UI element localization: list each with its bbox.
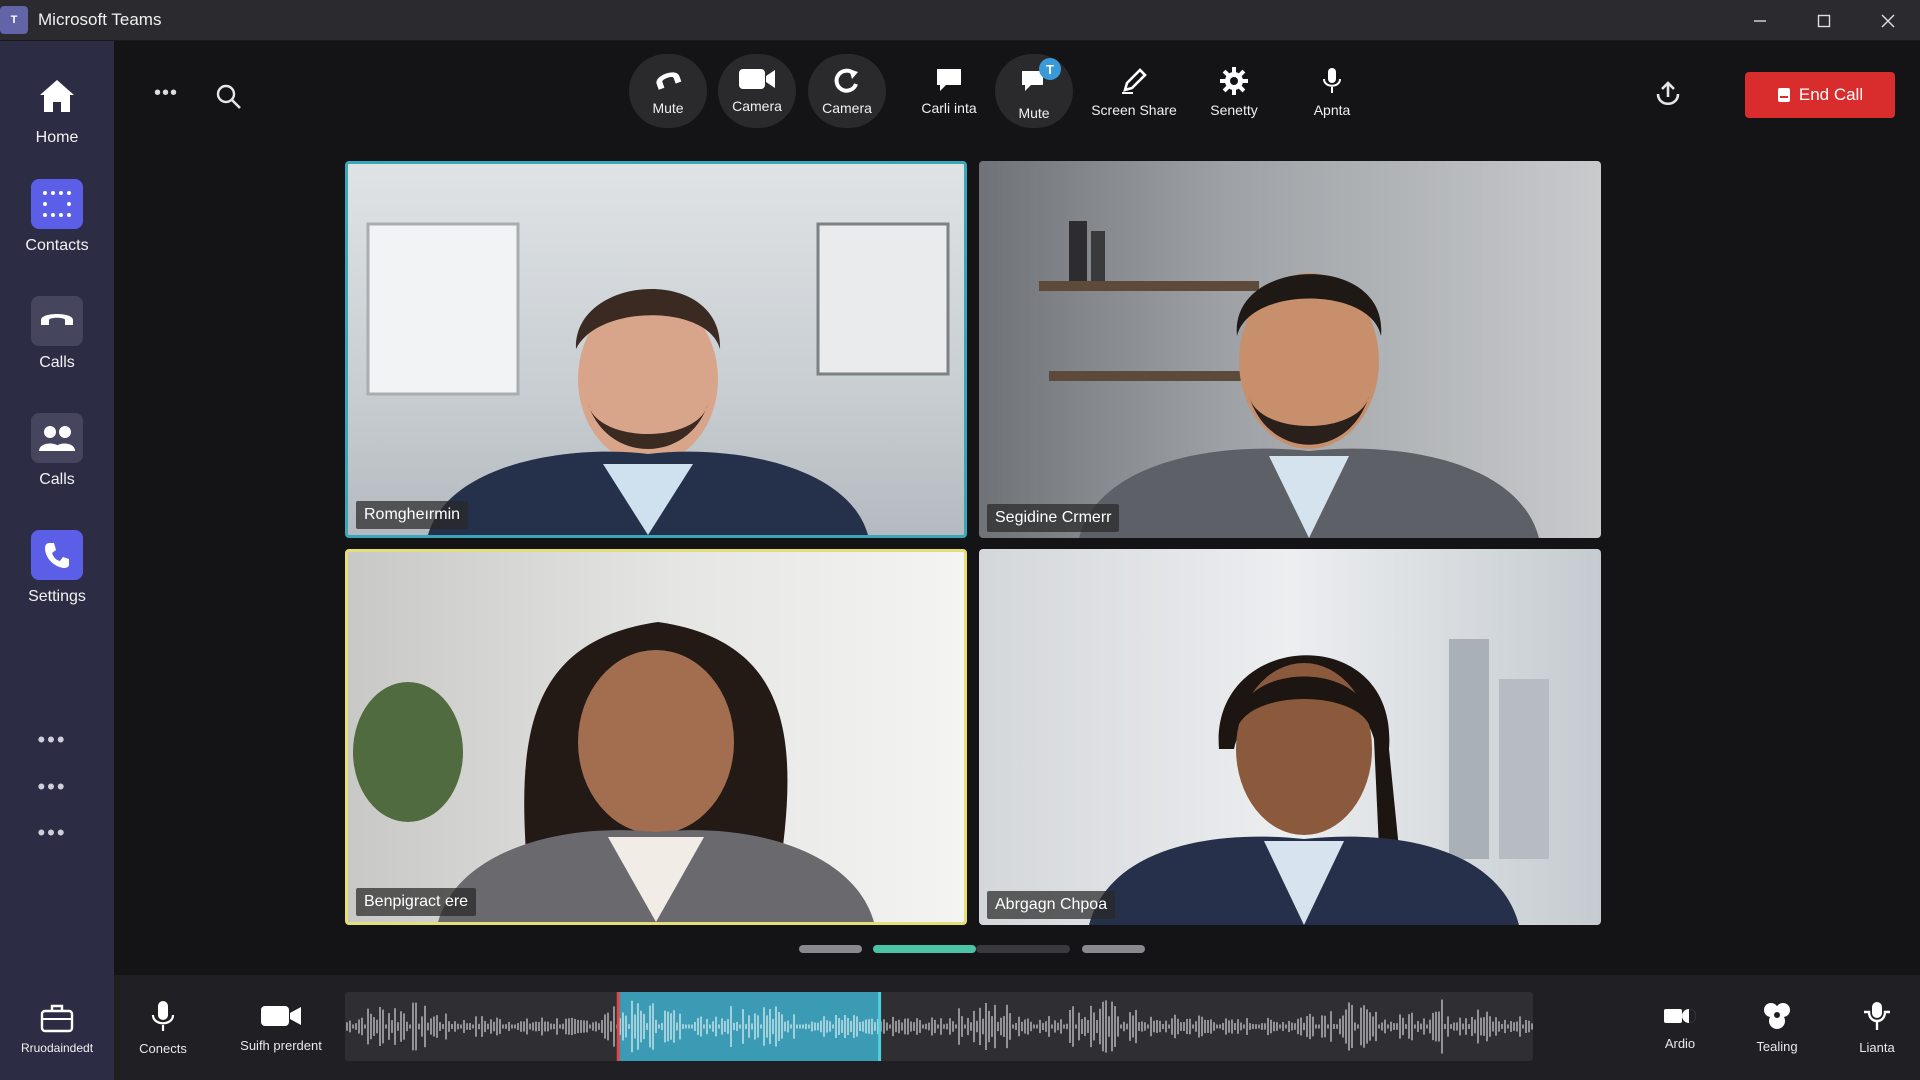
page-indicator[interactable] (799, 945, 862, 953)
end-call-icon (1777, 88, 1790, 102)
participant-video (366, 222, 950, 535)
more-dots-icon[interactable]: ••• (0, 822, 104, 844)
upload-icon (1656, 81, 1680, 106)
audio-waveform[interactable] (345, 992, 1533, 1061)
participant-name: Benpigract ere (356, 888, 477, 916)
mute-button[interactable]: Mute (629, 54, 707, 128)
settings-label: Senetty (1210, 102, 1258, 118)
audio-label: Ardio (1664, 1036, 1696, 1051)
window-controls (1728, 0, 1920, 41)
video-camera-icon (261, 1006, 301, 1026)
mic-stand-icon (1864, 1002, 1890, 1030)
notification-badge: T (1039, 58, 1061, 80)
more-dots-icon[interactable]: ••• (0, 776, 104, 798)
nav-label-home: Home (35, 129, 79, 146)
mute-chat-button[interactable]: T Mute (995, 54, 1073, 128)
participant-name: Romgheırmin (356, 501, 469, 529)
screen-share-label: Screen Share (1091, 102, 1177, 118)
settings-toolbar-button[interactable]: Senetty (1195, 54, 1273, 128)
testing-label: Tealing (1756, 1039, 1798, 1054)
nav-item-calls[interactable]: Calls (0, 296, 114, 372)
nav-item-home[interactable]: Home (0, 71, 114, 147)
camera-label: Camera (732, 98, 782, 114)
participant-tile[interactable]: Abrgagn Chpoa (979, 549, 1601, 925)
end-call-label: End Call (1798, 85, 1864, 104)
participant-name: Segidine Crmerr (987, 504, 1120, 532)
participant-video (1039, 221, 1539, 538)
apps-label: Apnta (1313, 102, 1351, 118)
participant-tile[interactable]: Segidine Crmerr (979, 161, 1601, 538)
participant-name: Abrgagn Chpoa (987, 891, 1116, 919)
nav-item-contacts[interactable]: Contacts (0, 179, 114, 255)
waveform-graphic (346, 992, 1533, 1061)
nav-item-calls-people[interactable]: Calls (0, 413, 114, 489)
more-dots-icon[interactable]: ••• (0, 729, 104, 751)
video-camera-icon (739, 69, 775, 89)
settings-cog-icon (1764, 1003, 1790, 1029)
chat-label: Carli inta (921, 100, 977, 116)
mute-label-2: Mute (1018, 105, 1050, 121)
more-options-icon[interactable]: ••• (154, 82, 178, 105)
connects-label: Conects (139, 1041, 187, 1056)
gear-icon (1220, 67, 1248, 95)
participant-video (353, 622, 874, 922)
minimize-icon (1754, 19, 1766, 22)
phone-icon (31, 530, 83, 580)
home-icon (31, 71, 83, 121)
microphone-icon (1323, 68, 1341, 93)
page-indicator-active[interactable] (873, 945, 976, 953)
maximize-button[interactable] (1792, 0, 1856, 41)
contacts-grid-icon (31, 179, 83, 229)
nav-label-calls: Calls (39, 354, 75, 371)
speaker-icon (1664, 1009, 1696, 1023)
switch-camera-icon (834, 68, 858, 93)
camera-button[interactable]: Camera (718, 54, 796, 128)
video-presenter-label: Suifh prerdent (240, 1038, 322, 1053)
search-icon[interactable] (216, 84, 242, 115)
apps-button[interactable]: Apnta (1293, 54, 1371, 128)
audio-button[interactable]: Ardio (1652, 975, 1708, 1080)
switch-camera-button[interactable]: Camera (808, 54, 886, 128)
nav-label-contacts: Contacts (25, 237, 89, 254)
nav-label-bottom: Rruodaindedt (20, 1041, 94, 1055)
page-indicator[interactable] (976, 945, 1070, 953)
window-title: Microsoft Teams (38, 10, 162, 29)
phone-handset-icon (31, 296, 83, 346)
screen-share-button[interactable]: Screen Share (1091, 54, 1177, 128)
chat-badge-icon: T (1019, 58, 1061, 99)
nav-label-settings: Settings (28, 588, 86, 605)
connects-button[interactable]: Conects (128, 975, 198, 1080)
camera-label-2: Camera (822, 100, 872, 116)
people-icon (31, 413, 83, 463)
share-tray-button[interactable] (1654, 80, 1682, 113)
lianta-label: Lianta (1859, 1040, 1895, 1055)
mute-label: Mute (652, 100, 684, 116)
close-window-button[interactable] (1856, 0, 1920, 41)
left-navigation: Home Contacts Calls Calls Settings ••• •… (0, 41, 114, 1080)
pen-icon (1122, 68, 1147, 94)
participant-video (1089, 639, 1549, 925)
participant-tile[interactable]: Benpigract ere (345, 549, 967, 925)
chat-button[interactable]: Carli inta (910, 54, 988, 128)
nav-item-bottom[interactable]: Rruodaindedt (0, 999, 114, 1055)
microphone-icon (151, 1001, 175, 1031)
headset-icon (656, 72, 682, 90)
briefcase-icon (31, 999, 83, 1037)
video-presenter-button[interactable]: Suifh prerdent (235, 975, 327, 1080)
lianta-button[interactable]: Lianta (1852, 975, 1902, 1080)
chat-icon (937, 69, 961, 91)
participant-tile[interactable]: Romgheırmin (345, 161, 967, 538)
teams-logo-icon: T (0, 6, 28, 34)
nav-label-calls-2: Calls (39, 471, 75, 488)
minimize-button[interactable] (1728, 0, 1792, 41)
close-icon (1881, 14, 1895, 27)
testing-button[interactable]: Tealing (1747, 975, 1807, 1080)
end-call-button[interactable]: End Call (1745, 72, 1895, 118)
page-indicator[interactable] (1082, 945, 1145, 953)
maximize-icon (1817, 14, 1831, 27)
title-bar: T Microsoft Teams (0, 0, 1920, 41)
nav-item-settings[interactable]: Settings (0, 530, 114, 606)
